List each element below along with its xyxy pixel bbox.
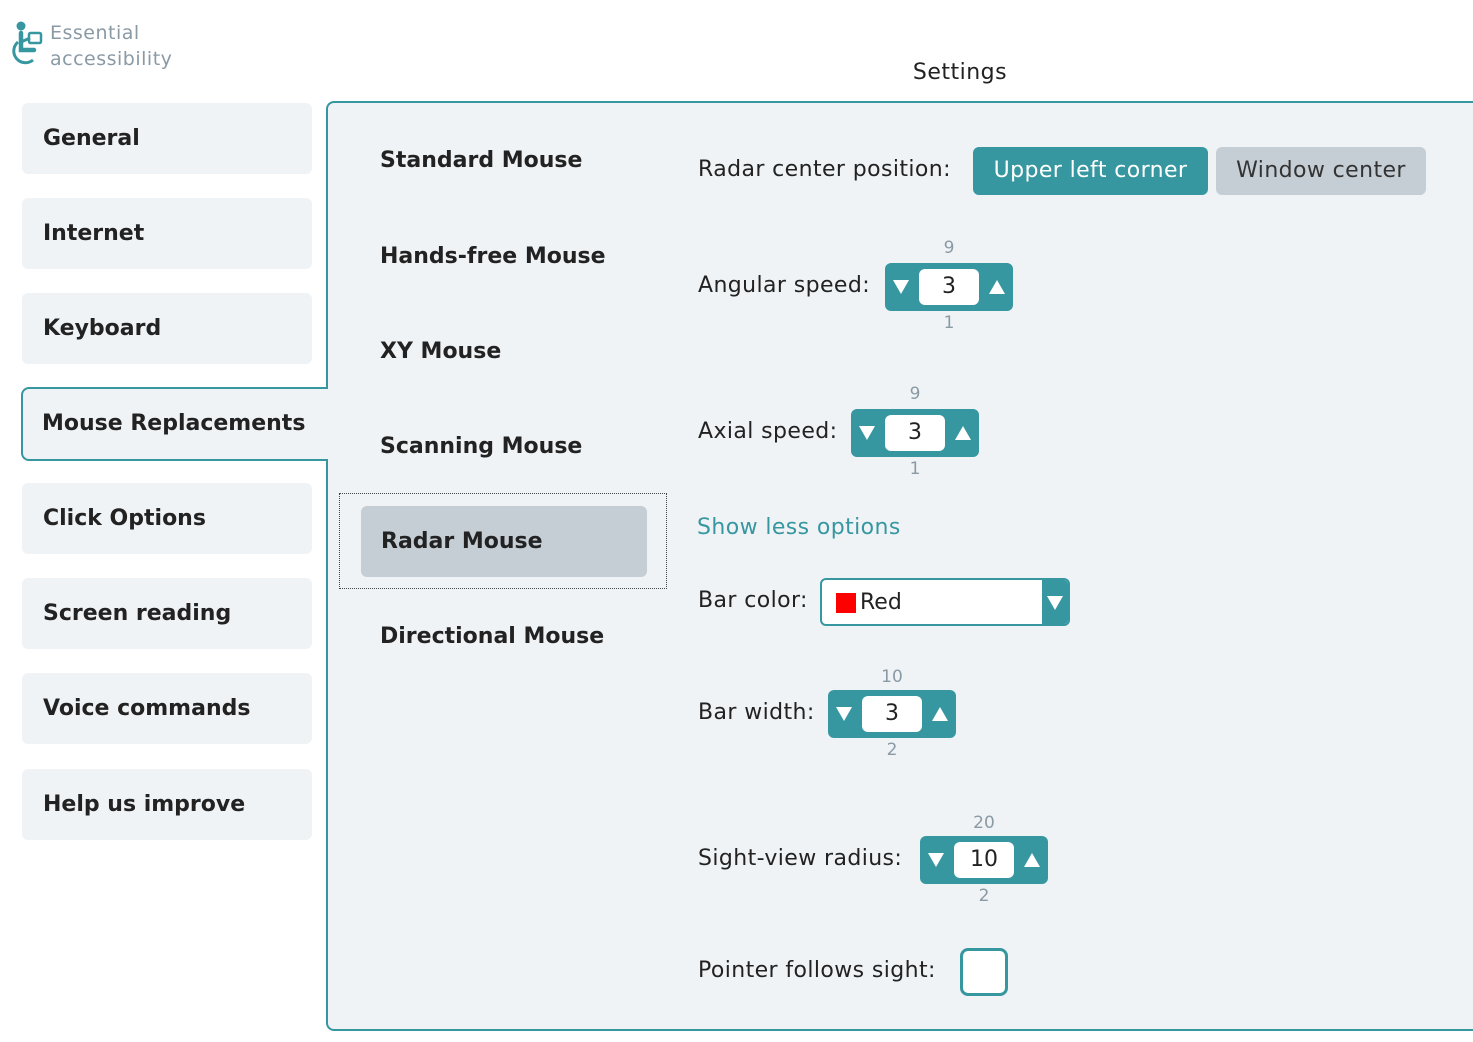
logo-text: Essential accessibility <box>50 20 172 72</box>
accessibility-icon <box>12 21 43 65</box>
pointer-follows-sight-label: Pointer follows sight: <box>698 958 936 983</box>
angular-speed-max: 9 <box>943 238 955 258</box>
axial-speed-label: Axial speed: <box>698 419 838 444</box>
show-less-options-link[interactable]: Show less options <box>697 515 901 540</box>
mouse-type-radar[interactable]: Radar Mouse <box>361 506 647 577</box>
sight-view-radius-min: 2 <box>978 886 990 906</box>
mouse-type-hands-free[interactable]: Hands-free Mouse <box>380 244 606 269</box>
bar-color-value: Red <box>860 590 902 615</box>
radar-center-label: Radar center position: <box>698 157 951 182</box>
sight-view-radius-label: Sight-view radius: <box>698 846 903 871</box>
app-logo: Essential accessibility <box>10 20 172 72</box>
sidebar-item-screen-reading[interactable]: Screen reading <box>22 578 312 649</box>
bar-width-decrease-button[interactable] <box>828 690 860 738</box>
sight-view-radius-decrease-button[interactable] <box>920 836 952 884</box>
logo-line-2: accessibility <box>50 48 173 70</box>
bar-width-min: 2 <box>886 740 898 760</box>
mouse-type-directional[interactable]: Directional Mouse <box>380 624 604 649</box>
axial-speed-stepper: 3 <box>851 409 979 457</box>
bar-width-increase-button[interactable] <box>924 690 956 738</box>
bar-width-stepper: 3 <box>828 690 956 738</box>
mouse-type-xy[interactable]: XY Mouse <box>380 339 501 364</box>
angular-speed-min: 1 <box>943 313 955 333</box>
sidebar-item-help-us-improve[interactable]: Help us improve <box>22 769 312 840</box>
axial-speed-decrease-button[interactable] <box>851 409 883 457</box>
angular-speed-stepper: 3 <box>885 263 1013 311</box>
bar-width-value[interactable]: 3 <box>862 696 922 732</box>
sidebar-item-click-options[interactable]: Click Options <box>22 483 312 554</box>
angular-speed-decrease-button[interactable] <box>885 263 917 311</box>
pointer-follows-sight-checkbox[interactable] <box>960 948 1008 996</box>
axial-speed-increase-button[interactable] <box>947 409 979 457</box>
chevron-down-icon[interactable] <box>1042 580 1068 624</box>
logo-line-1: Essential <box>50 22 140 44</box>
sidebar-item-general[interactable]: General <box>22 103 312 174</box>
sight-view-radius-stepper: 10 <box>920 836 1048 884</box>
bar-color-label: Bar color: <box>698 588 808 613</box>
sight-view-radius-value[interactable]: 10 <box>954 842 1014 878</box>
mouse-type-scanning[interactable]: Scanning Mouse <box>380 434 582 459</box>
axial-speed-min: 1 <box>909 459 921 479</box>
angular-speed-label: Angular speed: <box>698 273 871 298</box>
sidebar-item-internet[interactable]: Internet <box>22 198 312 269</box>
window-center-button[interactable]: Window center <box>1216 147 1426 195</box>
axial-speed-max: 9 <box>909 384 921 404</box>
sight-view-radius-max: 20 <box>973 813 995 833</box>
bar-width-max: 10 <box>881 667 903 687</box>
sidebar-item-voice-commands[interactable]: Voice commands <box>22 673 312 744</box>
color-swatch <box>836 593 856 613</box>
axial-speed-value[interactable]: 3 <box>885 415 945 451</box>
sidebar-item-keyboard[interactable]: Keyboard <box>22 293 312 364</box>
upper-left-corner-button[interactable]: Upper left corner <box>973 147 1208 195</box>
angular-speed-increase-button[interactable] <box>981 263 1013 311</box>
bar-width-label: Bar width: <box>698 700 815 725</box>
sidebar-item-mouse-replacements[interactable]: Mouse Replacements <box>21 387 328 461</box>
page-title: Settings <box>912 60 1008 85</box>
sight-view-radius-increase-button[interactable] <box>1016 836 1048 884</box>
bar-color-select[interactable]: Red <box>820 578 1070 626</box>
angular-speed-value[interactable]: 3 <box>919 269 979 305</box>
mouse-type-standard[interactable]: Standard Mouse <box>380 148 582 173</box>
